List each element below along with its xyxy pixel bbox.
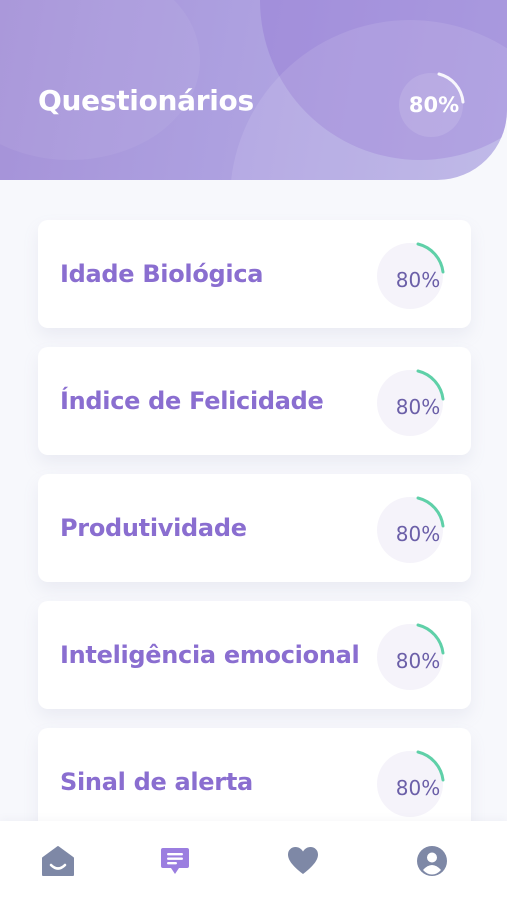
questionnaire-title: Idade Biológica <box>60 260 264 288</box>
home-icon <box>42 846 74 876</box>
progress-ring: 80% <box>370 742 450 822</box>
progress-value: 80% <box>395 268 441 292</box>
overall-progress-ring: 80% <box>385 65 471 145</box>
user-icon <box>417 846 447 876</box>
progress-value: 80% <box>395 522 441 546</box>
progress-ring: 80% <box>370 488 450 568</box>
progress-value: 80% <box>395 776 441 800</box>
progress-value: 80% <box>395 649 441 673</box>
page-header: Questionários 80% <box>0 0 507 180</box>
questionnaire-title: Produtividade <box>60 514 247 542</box>
nav-profile[interactable] <box>414 843 450 879</box>
questionnaire-card-sinal-de-alerta[interactable]: Sinal de alerta 80% <box>38 728 471 836</box>
progress-ring: 80% <box>370 361 450 441</box>
questionnaire-title: Sinal de alerta <box>60 768 253 796</box>
progress-value: 80% <box>395 395 441 419</box>
nav-favorites[interactable] <box>285 843 321 879</box>
header-decoration <box>0 0 200 160</box>
progress-ring: 80% <box>370 615 450 695</box>
questionnaire-card-produtividade[interactable]: Produtividade 80% <box>38 474 471 582</box>
heart-icon <box>288 847 318 874</box>
page-title: Questionários <box>38 84 254 117</box>
nav-messages[interactable] <box>157 843 193 879</box>
questionnaire-card-indice-de-felicidade[interactable]: Índice de Felicidade 80% <box>38 347 471 455</box>
chat-icon <box>161 848 189 874</box>
progress-ring: 80% <box>370 234 450 314</box>
questionnaire-card-inteligencia-emocional[interactable]: Inteligência emocional 80% <box>38 601 471 709</box>
questionnaire-title: Índice de Felicidade <box>60 387 324 415</box>
bottom-navigation <box>0 821 507 900</box>
questionnaire-card-idade-biologica[interactable]: Idade Biológica 80% <box>38 220 471 328</box>
questionnaire-title: Inteligência emocional <box>60 641 360 669</box>
overall-progress-value: 80% <box>408 93 460 117</box>
nav-home[interactable] <box>40 843 76 879</box>
